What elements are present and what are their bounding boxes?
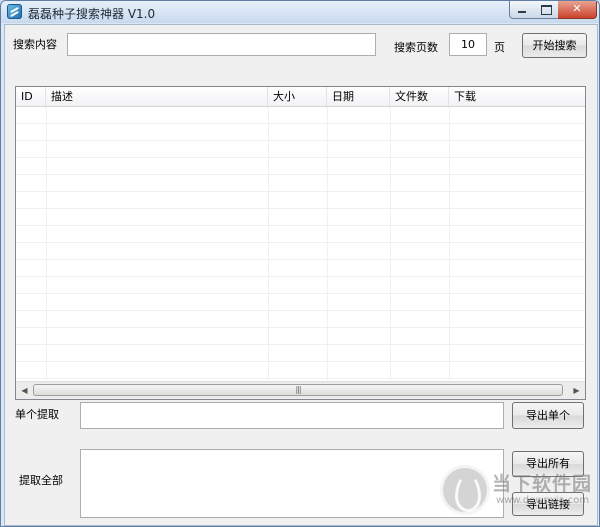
column-divider [390,107,391,380]
title-bar[interactable]: 磊磊种子搜索神器 V1.0 ✕ [1,1,599,23]
watermark-text: 当下软件园 [492,473,593,495]
column-divider [449,107,450,380]
results-list[interactable]: ID 描述 大小 日期 文件数 下载 ◀ ||| ▶ [15,86,586,400]
scroll-grip-icon: ||| [295,385,301,394]
column-header-date[interactable]: 日期 [327,87,390,106]
column-divider [268,107,269,380]
scroll-left-icon[interactable]: ◀ [16,382,33,399]
close-icon: ✕ [572,2,582,15]
export-single-button[interactable]: 导出单个 [512,402,584,429]
pages-unit-label: 页 [494,41,505,54]
column-header-size[interactable]: 大小 [268,87,327,106]
column-header-description[interactable]: 描述 [46,87,268,106]
start-search-button[interactable]: 开始搜索 [522,33,587,58]
search-input[interactable] [67,33,376,56]
single-extract-label: 单个提取 [15,408,59,421]
maximize-button[interactable] [534,1,559,19]
close-button[interactable]: ✕ [558,1,597,19]
search-label: 搜索内容 [13,38,57,51]
results-header: ID 描述 大小 日期 文件数 下载 [16,87,585,107]
results-body [16,107,585,380]
minimize-button[interactable] [509,1,536,19]
watermark: 当下软件园 www.downxia.com [440,465,600,527]
watermark-logo-icon [440,465,490,515]
watermark-url: www.downxia.com [496,495,590,506]
pages-input[interactable] [449,33,487,56]
app-window: 磊磊种子搜索神器 V1.0 ✕ 搜索内容 搜索页数 页 开始搜索 ID 描述 大… [0,0,600,527]
column-divider [46,107,47,380]
horizontal-scrollbar[interactable]: ◀ ||| ▶ [16,381,585,399]
extract-all-label: 提取全部 [19,474,63,487]
scroll-right-icon[interactable]: ▶ [568,382,585,399]
client-area: 搜索内容 搜索页数 页 开始搜索 ID 描述 大小 日期 文件数 下载 ◀ ||… [4,24,598,526]
pages-label: 搜索页数 [394,41,438,54]
window-title: 磊磊种子搜索神器 V1.0 [28,7,156,21]
column-header-id[interactable]: ID [16,87,46,106]
maximize-icon [541,5,552,15]
single-extract-input[interactable] [80,402,504,429]
column-header-file-count[interactable]: 文件数 [390,87,449,106]
column-divider [327,107,328,380]
column-header-download[interactable]: 下载 [449,87,585,106]
scroll-thumb[interactable]: ||| [33,384,563,396]
minimize-icon [518,11,526,13]
app-logo-icon [7,4,22,19]
